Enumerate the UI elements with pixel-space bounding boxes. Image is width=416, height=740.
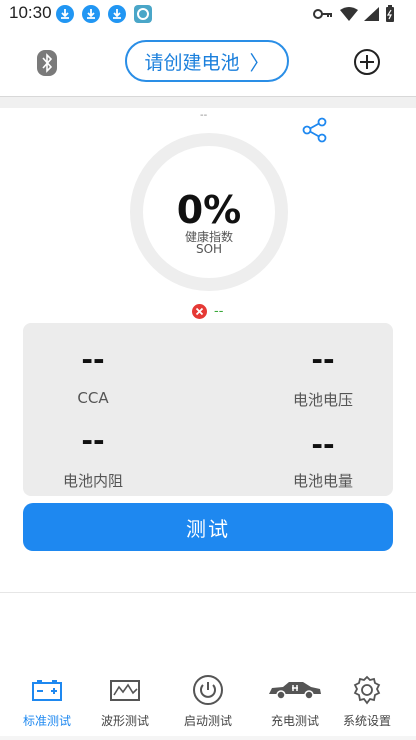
tab-label: 充电测试 [270,714,319,728]
download-notification-icon [82,5,100,23]
status-text: -- [214,303,224,319]
battery-status-icon [386,5,394,22]
share-icon[interactable] [302,117,328,143]
battery-info-label: -- [200,110,208,121]
metric-label: 电池电量 [292,472,353,490]
tab-waveform-test[interactable]: 波形测试 [84,670,166,729]
soh-sublabel: SOH [195,242,223,256]
signal-icon [364,7,379,21]
test-button[interactable]: 测试 [23,503,393,551]
tab-standard-test[interactable]: 标准测试 [6,670,88,729]
power-icon [193,675,223,705]
metric-cca: -- CCA [23,343,163,408]
content-divider [0,592,416,593]
metric-label: 电池内阻 [62,472,123,490]
tab-label: 启动测试 [183,714,232,728]
metric-value: -- [81,343,105,376]
tab-system-settings[interactable]: 系统设置 [326,670,408,729]
metric-value: -- [81,424,105,457]
system-status-icons [313,5,394,22]
tab-label: 标准测试 [22,714,71,728]
metric-label: CCA [77,389,109,407]
wifi-icon [340,7,358,21]
app-header: 请创建电池 〉 [0,28,416,96]
create-battery-button[interactable]: 请创建电池 〉 [125,40,289,82]
metric-resistance: -- 电池内阻 [23,426,163,491]
download-notification-icon [108,5,126,23]
test-status: -- [192,302,223,320]
metric-charge: -- 电池电量 [253,430,393,491]
add-icon[interactable] [353,48,381,76]
metric-value: -- [311,343,335,376]
tab-label: 系统设置 [342,714,391,728]
key-icon [313,9,332,19]
battery-icon [32,680,62,701]
car-charging-icon [269,682,321,700]
error-icon [192,303,207,319]
soh-value: 0% [176,188,242,232]
create-battery-label: 请创建电池 [144,51,240,74]
bluetooth-icon[interactable] [36,50,58,76]
tab-start-test[interactable]: 启动测试 [167,670,249,729]
bottom-navigation: 标准测试 波形测试 启动测试 充电测试 系统设置 [0,670,416,736]
gear-icon [353,675,381,705]
metric-label: 电池电压 [292,391,353,409]
metrics-panel: -- CCA -- 电池电压 -- 电池内阻 -- 电池电量 [23,323,393,496]
chevron-right-icon: 〉 [249,50,270,75]
metric-value: -- [311,428,335,461]
waveform-icon [110,680,140,701]
system-nav-bar [0,736,416,740]
app-notification-icon [134,5,152,23]
tab-label: 波形测试 [100,714,149,728]
header-divider [0,96,416,108]
status-time: 10:30 [9,3,52,22]
download-notification-icon [56,5,74,23]
metric-voltage: -- 电池电压 [253,345,393,410]
tab-charge-test[interactable]: 充电测试 [254,670,336,729]
status-bar: 10:30 [0,0,416,28]
